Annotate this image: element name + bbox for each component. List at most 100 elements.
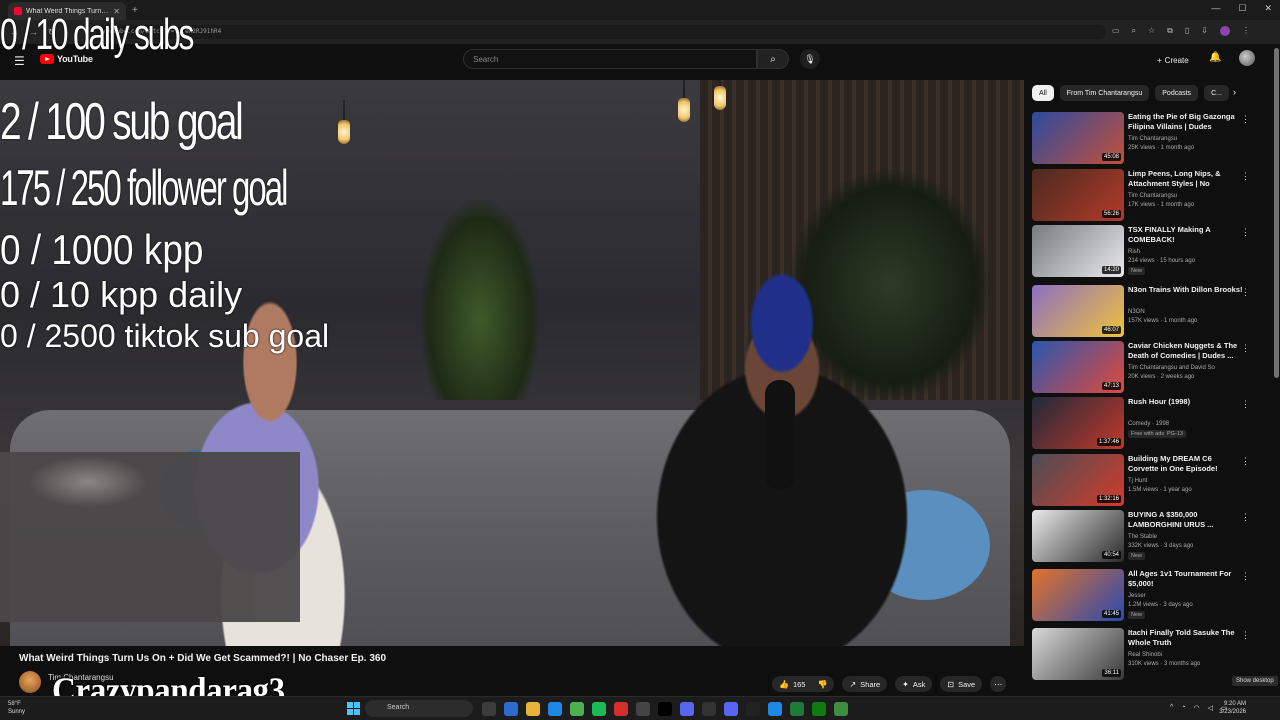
recommendation-title[interactable]: Rush Hour (1998): [1128, 397, 1243, 407]
app-icon[interactable]: [768, 702, 782, 716]
video-thumbnail[interactable]: 14:20: [1032, 225, 1124, 277]
recommendation-item[interactable]: 1:37:46 Rush Hour (1998) Comedy · 1998 Free…: [1032, 397, 1262, 449]
maximize-icon[interactable]: ☐: [1238, 3, 1246, 14]
app-icon[interactable]: [746, 702, 760, 716]
downloads-icon[interactable]: ⇩: [1201, 26, 1208, 36]
more-options-icon[interactable]: ⋮: [1241, 630, 1250, 641]
more-options-icon[interactable]: ⋮: [1241, 171, 1250, 182]
more-options-icon[interactable]: ⋮: [1241, 114, 1250, 125]
video-thumbnail[interactable]: 1:37:46: [1032, 397, 1124, 449]
channel-avatar[interactable]: [19, 671, 41, 693]
recommendation-channel[interactable]: Comedy · 1998: [1128, 421, 1169, 427]
file-explorer-icon[interactable]: [526, 702, 540, 716]
recommendation-item[interactable]: 36:11 Itachi Finally Told Sasuke The Whol…: [1032, 628, 1262, 680]
discord-icon[interactable]: [680, 702, 694, 716]
more-options-icon[interactable]: ⋮: [1241, 456, 1250, 467]
windows-start-icon[interactable]: [347, 702, 360, 715]
video-thumbnail[interactable]: 56:26: [1032, 169, 1124, 221]
more-actions-icon[interactable]: ⋯: [990, 676, 1007, 692]
recommendation-channel[interactable]: Jesser: [1128, 593, 1146, 599]
store-icon[interactable]: [548, 702, 562, 716]
search-icon[interactable]: ⌕: [757, 49, 789, 69]
recommendation-item[interactable]: 47:13 Caviar Chicken Nuggets & The Death …: [1032, 341, 1262, 393]
video-thumbnail[interactable]: 40:54: [1032, 510, 1124, 562]
app-icon[interactable]: [702, 702, 716, 716]
profile-icon[interactable]: [1220, 26, 1230, 36]
filter-chip[interactable]: Podcasts: [1155, 85, 1199, 101]
spotify-icon[interactable]: [592, 702, 606, 716]
recommendation-channel[interactable]: N3ON: [1128, 309, 1145, 315]
recommendation-item[interactable]: 40:54 BUYING A $350,000 LAMBORGHINI URUS …: [1032, 510, 1262, 562]
tiktok-icon[interactable]: [658, 702, 672, 716]
more-options-icon[interactable]: ⋮: [1241, 571, 1250, 582]
task-view-icon[interactable]: [482, 702, 496, 716]
weather-widget[interactable]: 58°F Sunny: [8, 700, 25, 716]
chevron-up-icon[interactable]: ^: [1170, 704, 1173, 712]
save-button[interactable]: ⊡ Save: [940, 676, 983, 692]
recommendation-title[interactable]: Caviar Chicken Nuggets & The Death of Co…: [1128, 341, 1243, 361]
scrollbar-thumb[interactable]: [1274, 48, 1279, 378]
recommendation-title[interactable]: Building My DREAM C6 Corvette in One Epi…: [1128, 454, 1243, 474]
clock[interactable]: 9:20 AM 3/23/2026: [1219, 700, 1246, 716]
video-thumbnail[interactable]: 47:13: [1032, 341, 1124, 393]
volume-icon[interactable]: ◁: [1208, 704, 1213, 712]
recommendation-channel[interactable]: Tj Hunt: [1128, 478, 1147, 484]
microphone-icon[interactable]: 🎙: [800, 49, 820, 69]
more-options-icon[interactable]: ⋮: [1241, 287, 1250, 298]
chevron-right-icon[interactable]: ›: [1233, 87, 1236, 97]
recommendation-item[interactable]: 45:08 Eating the Pie of Big Gazonga Filip…: [1032, 112, 1262, 164]
video-thumbnail[interactable]: 41:45: [1032, 569, 1124, 621]
recommendation-channel[interactable]: The Stable: [1128, 534, 1157, 540]
extensions-icon[interactable]: ⧉: [1167, 26, 1173, 36]
recommendation-title[interactable]: Itachi Finally Told Sasuke The Whole Tru…: [1128, 628, 1243, 648]
video-thumbnail[interactable]: 45:08: [1032, 112, 1124, 164]
xbox-icon[interactable]: [812, 702, 826, 716]
recommendation-title[interactable]: N3on Trains With Dillon Brooks!: [1128, 285, 1243, 295]
recommendation-title[interactable]: All Ages 1v1 Tournament For $5,000!: [1128, 569, 1243, 589]
notifications-bell-icon[interactable]: 🔔: [1209, 52, 1221, 63]
network-icon[interactable]: ◔: [1181, 704, 1185, 712]
taskbar-search[interactable]: Search: [365, 700, 473, 717]
recommendation-title[interactable]: BUYING A $350,000 LAMBORGHINI URUS ...: [1128, 510, 1243, 530]
chrome-icon[interactable]: [570, 702, 584, 716]
search-input[interactable]: Search: [463, 49, 757, 69]
recommendation-item[interactable]: 56:26 Limp Peens, Long Nips, & Attachment…: [1032, 169, 1262, 221]
close-window-icon[interactable]: ✕: [1264, 3, 1272, 14]
wifi-icon[interactable]: ◠: [1194, 704, 1200, 712]
account-avatar[interactable]: [1239, 50, 1255, 66]
share-button[interactable]: ↗ Share: [842, 676, 888, 692]
excel-icon[interactable]: [790, 702, 804, 716]
more-options-icon[interactable]: ⋮: [1241, 343, 1250, 354]
minecraft-icon[interactable]: [834, 702, 848, 716]
recommendation-channel[interactable]: Tim Chantarangsu: [1128, 193, 1177, 199]
recommendation-title[interactable]: Limp Peens, Long Nips, & Attachment Styl…: [1128, 169, 1243, 189]
video-thumbnail[interactable]: 36:11: [1032, 628, 1124, 680]
zoom-icon[interactable]: ⌕: [1132, 26, 1136, 36]
sidebar-icon[interactable]: ▯: [1185, 26, 1189, 36]
edge-icon[interactable]: [504, 702, 518, 716]
recommendation-item[interactable]: 46:07 N3on Trains With Dillon Brooks! N3ON…: [1032, 285, 1262, 337]
bookmark-star-icon[interactable]: ☆: [1148, 26, 1155, 36]
filter-chip[interactable]: C...: [1204, 85, 1229, 101]
more-options-icon[interactable]: ⋮: [1241, 512, 1250, 523]
recommendation-channel[interactable]: Real Shinobi: [1128, 652, 1162, 658]
recommendation-title[interactable]: Eating the Pie of Big Gazonga Filipina V…: [1128, 112, 1243, 132]
menu-kebab-icon[interactable]: ⋮: [1242, 26, 1250, 36]
filter-chip[interactable]: All: [1032, 85, 1054, 101]
filter-chip[interactable]: From Tim Chantarangsu: [1059, 85, 1150, 101]
recommendation-item[interactable]: 1:32:16 Building My DREAM C6 Corvette in …: [1032, 454, 1262, 506]
more-options-icon[interactable]: ⋮: [1241, 227, 1250, 238]
app-icon[interactable]: [614, 702, 628, 716]
recommendation-channel[interactable]: Rish: [1128, 249, 1140, 255]
recommendation-item[interactable]: 14:20 TSX FINALLY Making A COMEBACK! Rish 2…: [1032, 225, 1262, 277]
recommendation-title[interactable]: TSX FINALLY Making A COMEBACK!: [1128, 225, 1243, 245]
cast-icon[interactable]: ▭: [1112, 26, 1120, 36]
more-options-icon[interactable]: ⋮: [1241, 399, 1250, 410]
thumbs-down-icon[interactable]: 👎: [817, 680, 827, 689]
minimize-icon[interactable]: —: [1211, 3, 1220, 14]
like-button[interactable]: 👍 165 👎: [772, 676, 835, 692]
recommendation-item[interactable]: 41:45 All Ages 1v1 Tournament For $5,000!…: [1032, 569, 1262, 621]
create-button[interactable]: + Create: [1151, 51, 1195, 69]
app-icon[interactable]: [724, 702, 738, 716]
url-field[interactable]: youtube.com/watch?v=...eh2RJ91hR4: [96, 25, 1106, 39]
